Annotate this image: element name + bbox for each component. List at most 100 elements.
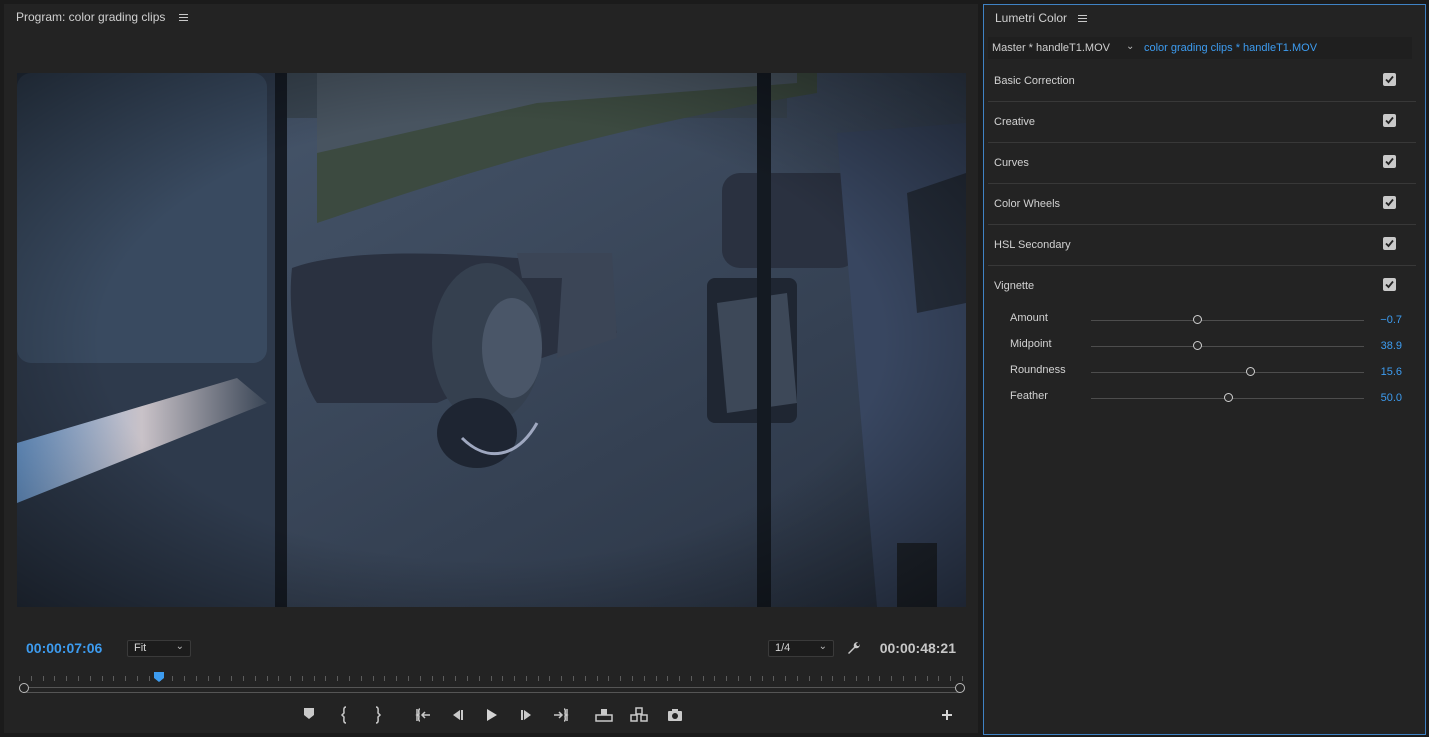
ruler-tick <box>184 676 185 681</box>
section-label: HSL Secondary <box>994 239 1071 251</box>
ruler-tick <box>844 676 845 681</box>
section-curves[interactable]: Curves <box>988 143 1416 184</box>
master-clip-dropdown[interactable]: Master * handleT1.MOV <box>992 42 1110 54</box>
slider-track[interactable] <box>1091 320 1364 321</box>
section-creative[interactable]: Creative <box>988 102 1416 143</box>
wrench-icon[interactable] <box>846 640 862 656</box>
zoom-level-dropdown[interactable]: Fit ⌄ <box>127 640 191 657</box>
ruler-tick <box>455 676 456 681</box>
section-vignette[interactable]: Vignette <box>988 266 1416 307</box>
ruler-tick <box>950 676 951 681</box>
ruler-tick <box>514 676 515 681</box>
play-icon[interactable] <box>480 704 502 726</box>
zoom-scroll-bar[interactable] <box>23 687 960 693</box>
ruler-tick <box>549 676 550 681</box>
ruler-tick <box>809 676 810 681</box>
playback-resolution-dropdown[interactable]: 1/4 ⌄ <box>768 640 834 657</box>
ruler-tick <box>243 676 244 681</box>
video-preview[interactable] <box>17 73 966 607</box>
ruler-tick <box>597 676 598 681</box>
slider-knob[interactable] <box>1193 315 1202 324</box>
playhead[interactable] <box>154 669 164 682</box>
marker-icon[interactable] <box>298 704 320 726</box>
checkmark-icon <box>1385 239 1394 248</box>
slider-value[interactable]: 38.9 <box>1381 340 1402 352</box>
ruler-tick <box>373 676 374 681</box>
section-enable-checkbox[interactable] <box>1383 237 1396 250</box>
slider-value[interactable]: −0.7 <box>1380 314 1402 326</box>
section-enable-checkbox[interactable] <box>1383 155 1396 168</box>
slider-knob[interactable] <box>1193 341 1202 350</box>
vignette-midpoint-row: Midpoint 38.9 <box>988 335 1416 357</box>
ruler-tick <box>290 676 291 681</box>
step-forward-icon[interactable] <box>516 704 538 726</box>
ruler-tick <box>903 676 904 681</box>
section-color-wheels[interactable]: Color Wheels <box>988 184 1416 225</box>
slider-knob[interactable] <box>1224 393 1233 402</box>
go-to-out-icon[interactable] <box>550 704 572 726</box>
current-timecode[interactable]: 00:00:07:06 <box>26 640 102 656</box>
add-button-icon[interactable] <box>936 704 958 726</box>
ruler-tick <box>408 676 409 681</box>
ruler-tick <box>137 676 138 681</box>
step-back-icon[interactable] <box>446 704 468 726</box>
section-basic-correction[interactable]: Basic Correction <box>988 61 1416 102</box>
section-enable-checkbox[interactable] <box>1383 114 1396 127</box>
program-panel-title[interactable]: Program: color grading clips <box>16 10 165 24</box>
section-enable-checkbox[interactable] <box>1383 196 1396 209</box>
slider-value[interactable]: 50.0 <box>1381 392 1402 404</box>
ruler-tick <box>349 676 350 681</box>
ruler-tick <box>679 676 680 681</box>
section-enable-checkbox[interactable] <box>1383 73 1396 86</box>
duration-timecode: 00:00:48:21 <box>879 640 956 656</box>
ruler-tick <box>102 676 103 681</box>
zoom-bar-right-handle[interactable] <box>955 683 965 693</box>
ruler-tick <box>644 676 645 681</box>
zoom-bar-left-handle[interactable] <box>19 683 29 693</box>
ruler-tick <box>491 676 492 681</box>
section-enable-checkbox[interactable] <box>1383 278 1396 291</box>
chevron-down-icon[interactable]: ⌄ <box>1126 41 1134 52</box>
mark-in-icon[interactable] <box>334 704 356 726</box>
lift-icon[interactable] <box>593 704 615 726</box>
mark-out-icon[interactable] <box>366 704 388 726</box>
ruler-tick <box>927 676 928 681</box>
export-frame-icon[interactable] <box>664 704 686 726</box>
sequence-clip-label[interactable]: color grading clips * handleT1.MOV <box>1144 42 1317 54</box>
ruler-tick <box>278 676 279 681</box>
slider-label: Roundness <box>1010 364 1066 376</box>
ruler-tick <box>750 676 751 681</box>
chevron-down-icon: ⌄ <box>818 641 827 652</box>
ruler-tick <box>856 676 857 681</box>
ruler-tick <box>172 676 173 681</box>
ruler-tick <box>31 676 32 681</box>
slider-track[interactable] <box>1091 372 1364 373</box>
ruler-tick <box>573 676 574 681</box>
extract-icon[interactable] <box>628 704 650 726</box>
slider-knob[interactable] <box>1246 367 1255 376</box>
ruler-tick <box>420 676 421 681</box>
vignette-amount-row: Amount −0.7 <box>988 309 1416 331</box>
ruler-tick <box>219 676 220 681</box>
slider-value[interactable]: 15.6 <box>1381 366 1402 378</box>
ruler-tick <box>879 676 880 681</box>
section-label: Curves <box>994 157 1029 169</box>
zoom-level-value: Fit <box>134 642 147 654</box>
ruler-tick <box>208 676 209 681</box>
program-monitor-panel: Program: color grading clips 00:00:07:06… <box>4 4 978 733</box>
go-to-in-icon[interactable] <box>412 704 434 726</box>
section-hsl-secondary[interactable]: HSL Secondary <box>988 225 1416 266</box>
ruler-tick <box>561 676 562 681</box>
ruler-tick <box>538 676 539 681</box>
slider-track[interactable] <box>1091 346 1364 347</box>
menu-icon[interactable] <box>1078 15 1087 23</box>
lumetri-panel-title[interactable]: Lumetri Color <box>995 11 1067 25</box>
ruler-tick <box>325 676 326 681</box>
menu-icon[interactable] <box>179 14 188 22</box>
ruler-tick <box>467 676 468 681</box>
ruler-tick <box>667 676 668 681</box>
ruler-tick <box>432 676 433 681</box>
checkmark-icon <box>1385 198 1394 207</box>
ruler-tick <box>962 676 963 681</box>
ruler-tick <box>361 676 362 681</box>
